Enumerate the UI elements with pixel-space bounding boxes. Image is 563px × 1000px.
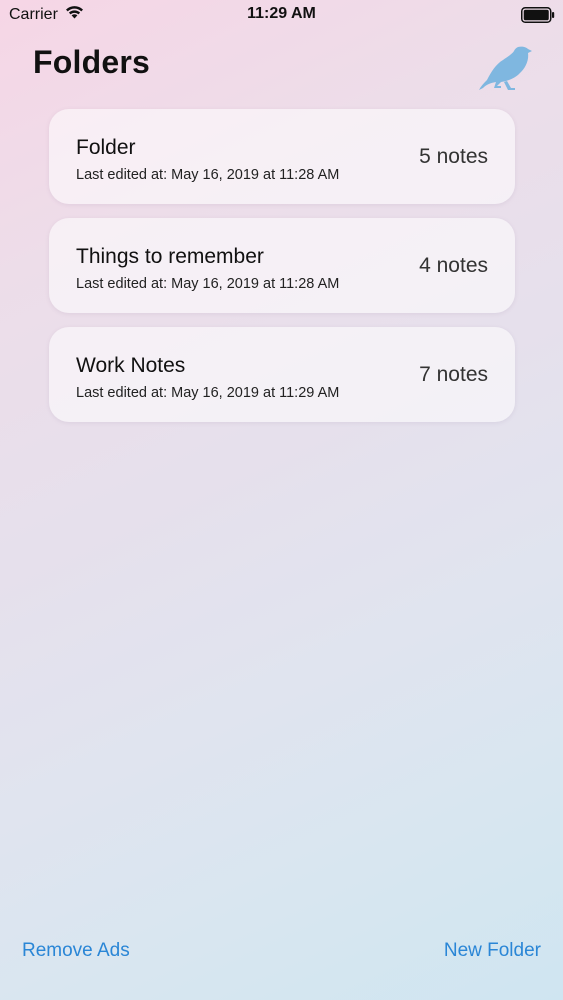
- bird-icon[interactable]: [477, 44, 533, 92]
- folder-last-edited: Last edited at: May 16, 2019 at 11:28 AM: [76, 276, 340, 292]
- remove-ads-button[interactable]: Remove Ads: [22, 940, 130, 962]
- folder-card[interactable]: Work Notes Last edited at: May 16, 2019 …: [49, 327, 515, 422]
- folder-card[interactable]: Folder Last edited at: May 16, 2019 at 1…: [49, 109, 515, 204]
- folder-note-count: 4 notes: [419, 254, 488, 277]
- status-bar: Carrier 11:29 AM: [0, 0, 563, 30]
- status-time: 11:29 AM: [247, 5, 316, 22]
- folder-note-count: 7 notes: [419, 363, 488, 386]
- new-folder-button[interactable]: New Folder: [444, 940, 541, 962]
- folder-name: Work Notes: [76, 354, 186, 377]
- battery-icon: [521, 7, 555, 23]
- page-title: Folders: [33, 44, 150, 80]
- folder-name: Things to remember: [76, 245, 264, 268]
- folder-last-edited: Last edited at: May 16, 2019 at 11:28 AM: [76, 167, 340, 183]
- folder-name: Folder: [76, 136, 136, 159]
- folder-list: Folder Last edited at: May 16, 2019 at 1…: [49, 109, 515, 436]
- folder-note-count: 5 notes: [419, 145, 488, 168]
- folder-last-edited: Last edited at: May 16, 2019 at 11:29 AM: [76, 385, 340, 401]
- folder-card[interactable]: Things to remember Last edited at: May 1…: [49, 218, 515, 313]
